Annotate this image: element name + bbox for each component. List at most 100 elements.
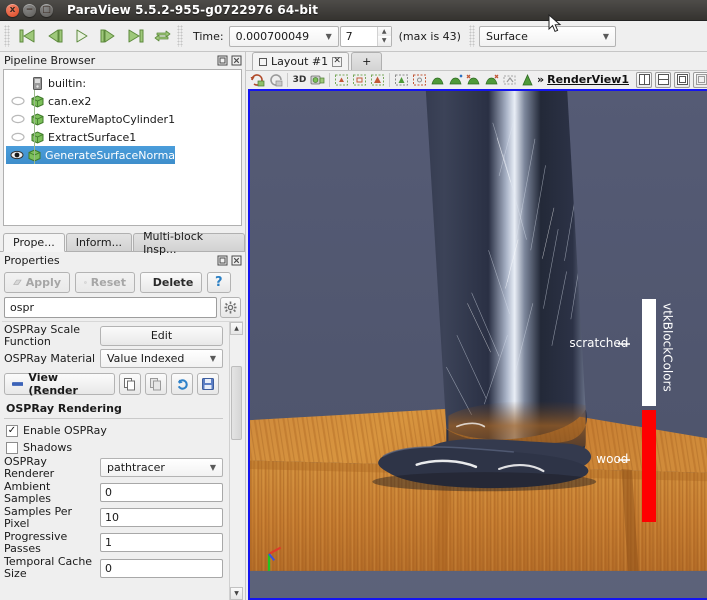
properties-scroll-area[interactable]: OSPRay Scale Function Edit OSPRay Materi… [2, 321, 243, 600]
maximize-view-button[interactable] [674, 71, 690, 88]
last-frame-button[interactable] [122, 24, 148, 48]
advanced-properties-button[interactable] [220, 297, 241, 318]
help-button[interactable]: ? [207, 272, 231, 293]
window-close-button[interactable]: x [6, 3, 19, 17]
pipeline-item-extractsurface[interactable]: ExtractSurface1 [6, 126, 239, 146]
neg-y-icon[interactable] [447, 71, 464, 88]
tab-properties[interactable]: Prope... [3, 233, 65, 252]
camera-redo-icon[interactable] [267, 71, 284, 88]
edit-scale-function-button[interactable]: Edit [100, 325, 223, 346]
split-horizontal-button[interactable] [636, 71, 652, 88]
add-layout-tab[interactable]: + [351, 52, 383, 70]
scrollbar-thumb[interactable] [231, 366, 242, 440]
pipeline-item-can[interactable]: can.ex2 [6, 90, 239, 110]
close-icon[interactable] [230, 55, 242, 67]
pos-z-icon[interactable] [465, 71, 482, 88]
toolbar-grip[interactable] [4, 25, 10, 47]
tab-information[interactable]: Inform... [65, 233, 133, 251]
stepper-down-icon[interactable]: ▼ [377, 36, 391, 46]
neg-x-icon[interactable] [411, 71, 428, 88]
toolbar-grip-time[interactable] [177, 25, 183, 47]
pipeline-browser-list[interactable]: builtin: can.ex2 TextureMaptoCylinder1 E… [3, 69, 242, 226]
apply-button[interactable]: Apply [4, 272, 70, 293]
pipeline-item-generatesurfacenormals[interactable]: GenerateSurfaceNormals1 [6, 144, 191, 164]
reset-button[interactable]: Reset [75, 272, 135, 293]
samples-per-pixel-input[interactable]: 10 [100, 508, 223, 528]
property-label: Temporal Cache Size [4, 555, 93, 581]
enable-ospray-checkbox-row[interactable]: ✓ Enable OSPRay [4, 422, 223, 439]
zoom-to-data-icon[interactable] [333, 71, 350, 88]
pipeline-item-label: GenerateSurfaceNormals1 [45, 148, 191, 162]
representation-combo[interactable]: Surface ▼ [478, 25, 616, 47]
ambient-samples-input[interactable]: 0 [100, 483, 223, 503]
property-label: Samples Per Pixel [4, 505, 73, 530]
property-label: OSPRay Material [4, 351, 96, 365]
pos-x-icon[interactable] [393, 71, 410, 88]
undock-icon[interactable] [216, 255, 228, 267]
property-label: OSPRay Renderer [4, 455, 55, 480]
undock-view-button[interactable] [693, 71, 707, 88]
chevron-down-icon: ▼ [209, 463, 217, 473]
window-maximize-button[interactable]: □ [40, 3, 53, 17]
save-settings-button[interactable] [197, 373, 220, 396]
reset-camera-closest-icon[interactable] [369, 71, 386, 88]
layout-tab-1[interactable]: Layout #1 ✕ [252, 52, 350, 70]
search-input[interactable]: ospr [4, 297, 217, 318]
view-render-toggle-button[interactable]: View (Render [4, 371, 116, 397]
camera-reset-icon[interactable] [309, 71, 326, 88]
tab-multiblock-inspector[interactable]: Multi-block Insp... [133, 230, 245, 256]
scroll-down-icon[interactable]: ▼ [230, 587, 243, 600]
mode-3d-icon[interactable]: 3D [291, 71, 308, 88]
temporal-cache-size-input[interactable]: 0 [100, 558, 223, 578]
ospray-renderer-combo[interactable]: pathtracer ▼ [100, 458, 223, 478]
rotate-90-icon[interactable] [501, 71, 518, 88]
pipeline-item-texturemaptocylinder[interactable]: TextureMaptoCylinder1 [6, 108, 239, 128]
visibility-toggle-hidden[interactable] [10, 130, 26, 144]
window-title: ParaView 5.5.2-955-g0722976 64-bit [67, 3, 319, 17]
overflow-toolbar-button[interactable]: » [537, 73, 546, 86]
previous-frame-button[interactable] [41, 24, 67, 48]
loop-icon [154, 30, 170, 42]
progressive-passes-input[interactable]: 1 [100, 533, 223, 553]
frame-index-spinbox[interactable]: 7 ▲ ▼ [339, 25, 392, 47]
camera-undo-icon[interactable] [249, 71, 266, 88]
shadows-checkbox-row[interactable]: Shadows [4, 439, 223, 456]
render-view[interactable]: scratched wood vtkBlockColors [248, 88, 707, 600]
neg-z-icon[interactable] [483, 71, 500, 88]
zoom-to-box-icon[interactable] [351, 71, 368, 88]
color-legend[interactable]: scratched wood vtkBlockColors [569, 298, 707, 522]
properties-vertical-scrollbar[interactable]: ▲ ▼ [229, 322, 243, 600]
property-row-ambient-samples: Ambient Samples 0 [4, 481, 223, 504]
shadows-checkbox[interactable] [6, 441, 18, 454]
paste-properties-button[interactable] [145, 373, 168, 396]
pipeline-item-builtin[interactable]: builtin: [6, 74, 239, 92]
close-icon[interactable] [230, 255, 242, 267]
pos-y-icon[interactable] [429, 71, 446, 88]
scroll-up-icon[interactable]: ▲ [230, 322, 243, 335]
window-minimize-button[interactable]: − [23, 3, 36, 17]
visibility-toggle-hidden[interactable] [10, 94, 26, 108]
split-vertical-button[interactable] [655, 71, 671, 88]
enable-ospray-checkbox[interactable]: ✓ [6, 424, 18, 437]
first-frame-button[interactable] [14, 24, 40, 48]
time-value-combo[interactable]: 0.000700049 ▼ [228, 25, 339, 47]
restore-defaults-icon [177, 378, 188, 390]
main-body: Pipeline Browser builtin: can.ex2 Textur… [0, 52, 707, 600]
ospray-material-combo[interactable]: Value Indexed ▼ [100, 349, 223, 369]
play-button[interactable] [68, 24, 94, 48]
visibility-toggle-visible[interactable] [10, 148, 24, 162]
next-frame-button[interactable] [95, 24, 121, 48]
copy-properties-button[interactable] [119, 373, 142, 396]
frame-index-steppers[interactable]: ▲ ▼ [376, 26, 391, 46]
toolbar-grip-rep[interactable] [468, 25, 475, 47]
visibility-toggle-hidden[interactable] [10, 112, 26, 126]
center-axes-icon[interactable] [519, 71, 536, 88]
window-controls: x − □ [0, 3, 53, 17]
delete-button[interactable]: Delete [140, 272, 202, 293]
loop-button[interactable] [149, 24, 175, 48]
undock-icon[interactable] [216, 55, 228, 67]
pipeline-browser-header: Pipeline Browser [0, 52, 245, 69]
close-icon[interactable]: ✕ [332, 56, 343, 67]
restore-defaults-button[interactable] [171, 373, 194, 396]
stepper-up-icon[interactable]: ▲ [377, 26, 391, 36]
